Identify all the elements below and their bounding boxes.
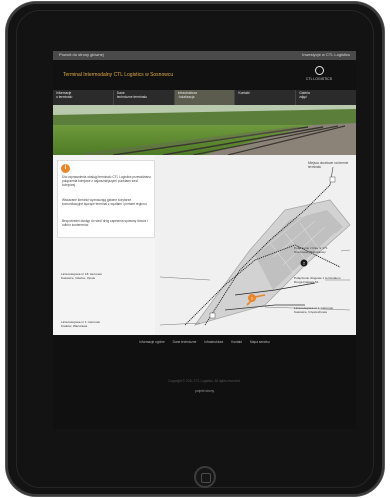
nav-item-infrastructure[interactable]: Infrastruktura i lokalizacja <box>174 90 236 105</box>
hero-image-railway <box>53 105 356 155</box>
credit-link[interactable]: projekt strony <box>53 389 356 393</box>
footer-link-sitemap[interactable]: Mapa serwisu <box>250 340 270 344</box>
info-paragraph-2: Wskazane kierunki wyznaczają główne kory… <box>62 198 148 206</box>
footer-link-technical-data[interactable]: Dane techniczne <box>173 340 197 344</box>
map-junction-top <box>329 176 336 183</box>
logo-icon <box>314 66 324 75</box>
investments-link[interactable]: Inwestycje w CTL Logistics <box>302 52 350 57</box>
nav-item-sublabel: zdjęć <box>299 95 307 99</box>
map-junction-bottom <box>209 312 216 319</box>
map-label-left-top-2: Katowice, Gliwice, Opole <box>61 276 96 280</box>
nav-item-contact[interactable]: Kontakt <box>235 90 297 105</box>
footer-navigation: Informacje ogólne Dane techniczne Infras… <box>53 335 356 349</box>
map-label-right-bottom-2: Katowice, Częstochowa <box>294 310 327 314</box>
nav-item-terminal-info[interactable]: Informacje o terminalu <box>53 90 114 105</box>
info-panel: i Dla usprawnienia obsługi terminalu CTL… <box>57 160 155 238</box>
infrastructure-section: i Dla usprawnienia obsługi terminalu CTL… <box>53 155 356 335</box>
nav-item-technical-data[interactable]: Dane techniczne terminalu <box>114 90 175 105</box>
home-button[interactable] <box>194 466 216 488</box>
footer-link-general-info[interactable]: Informacje ogólne <box>139 340 164 344</box>
footer-link-contact[interactable]: Kontakt <box>231 340 242 344</box>
company-logo[interactable]: CTL LOGISTICS <box>294 66 344 86</box>
tablet-screen: Powrót do strony głównej Inwestycje w CT… <box>53 51 356 429</box>
railway-photo <box>53 105 356 155</box>
nav-item-gallery[interactable]: Galeria zdjęć <box>296 90 356 105</box>
footer-link-infrastructure[interactable]: Infrastruktura <box>204 340 223 344</box>
map-marker-black-label: 2 <box>303 262 305 266</box>
back-to-home-link[interactable]: Powrót do strony głównej <box>59 52 104 57</box>
site-title: Terminal Intermodalny CTL Logistics w So… <box>63 72 174 78</box>
main-navigation: Informacje o terminalu Dane techniczne t… <box>53 90 356 105</box>
logo-text: CTL LOGISTICS <box>305 77 333 81</box>
nav-item-sublabel: techniczne terminalu <box>116 95 148 99</box>
map-legend: Miejsca docelowe na terenie terminalu <box>308 161 349 169</box>
map-label-right-middle-2: Droga krajowa S1 <box>294 280 319 284</box>
info-icon: i <box>61 164 70 173</box>
info-paragraph-1: Dla usprawnienia obsługi terminalu CTL L… <box>62 175 151 187</box>
nav-item-sublabel: o terminalu <box>56 95 73 99</box>
map-label-left-bottom-2: Kraków, Warszawa <box>61 324 88 328</box>
top-bar: Powrót do strony głównej Inwestycje w CT… <box>53 51 356 60</box>
copyright-text: Copyright © 2011 CTL Logistics. All righ… <box>168 379 241 383</box>
nav-item-sublabel: i lokalizacja <box>177 95 195 99</box>
site-banner: Terminal Intermodalny CTL Logistics w So… <box>53 60 356 90</box>
map-label-right-top-2: Sosnowiec Południowy <box>294 250 326 254</box>
info-paragraph-3: Bezpośredni dostęp do sieci dróg zapewni… <box>62 219 148 227</box>
nav-item-label: Kontakt <box>238 91 250 95</box>
page-footer: Copyright © 2011 CTL Logistics. All righ… <box>53 349 356 429</box>
